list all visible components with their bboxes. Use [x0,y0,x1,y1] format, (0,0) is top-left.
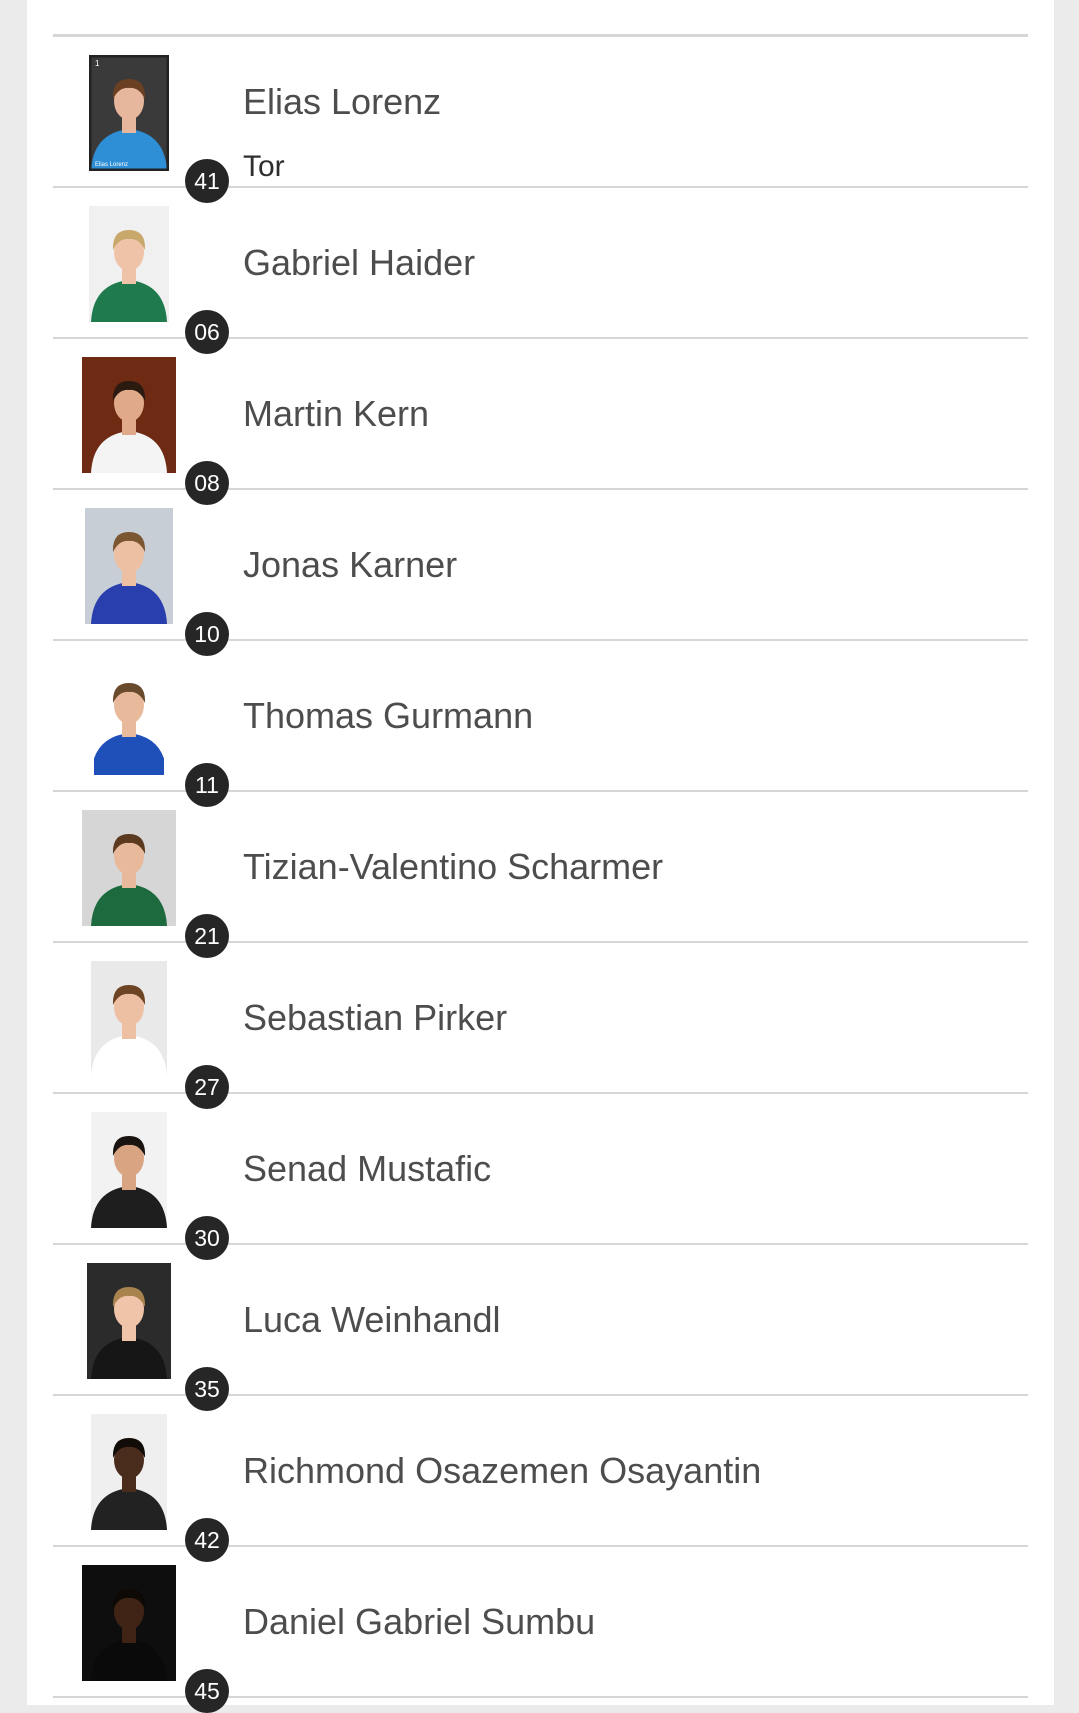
player-row[interactable]: 11 Thomas Gurmann [53,641,1028,807]
player-portrait-image [85,508,173,624]
player-list: Elias Lorenz 1 41 Elias Lorenz Tor 06 Gab… [53,37,1028,1713]
player-name: Daniel Gabriel Sumbu [243,1600,596,1642]
player-row[interactable]: 42 Richmond Osazemen Osayantin [53,1396,1028,1562]
svg-text:1: 1 [95,59,100,68]
player-name: Sebastian Pirker [243,996,508,1038]
jersey-number-badge: 45 [185,1669,229,1713]
svg-text:Elias Lorenz: Elias Lorenz [95,162,128,168]
player-name: Thomas Gurmann [243,694,534,736]
player-name: Tizian-Valentino Scharmer [243,845,664,887]
player-name: Gabriel Haider [243,241,476,283]
player-name: Luca Weinhandl [243,1298,501,1340]
player-row[interactable]: 27 Sebastian Pirker [53,943,1028,1109]
player-photo: Elias Lorenz 1 [89,55,169,171]
player-row[interactable]: 30 Senad Mustafic [53,1094,1028,1260]
player-photo-container: 27 [81,961,229,1109]
player-photo-container: 10 [81,508,229,656]
player-photo-container: 11 [81,659,229,807]
player-photo [89,206,169,322]
player-photo [91,1414,167,1530]
player-photo-container: Elias Lorenz 1 41 [81,55,229,203]
player-portrait-image [82,357,176,473]
player-photo-container: 21 [81,810,229,958]
player-photo [82,1565,176,1681]
player-name: Senad Mustafic [243,1147,492,1189]
player-portrait-image [94,659,164,775]
player-row[interactable]: 10 Jonas Karner [53,490,1028,656]
player-portrait-image [91,961,167,1077]
player-photo-container: 08 [81,357,229,505]
player-photo [85,508,173,624]
player-photo [87,1263,171,1379]
player-portrait-image [87,1263,171,1379]
player-portrait-image [91,1414,167,1530]
player-photo [91,961,167,1077]
player-position: Tor [243,150,285,183]
roster-card: Elias Lorenz 1 41 Elias Lorenz Tor 06 Gab… [27,0,1054,1713]
player-photo-container: 30 [81,1112,229,1260]
player-photo [82,357,176,473]
player-row[interactable]: 45 Daniel Gabriel Sumbu [53,1547,1028,1713]
player-portrait-image [89,206,169,322]
player-name: Jonas Karner [243,543,458,585]
player-portrait-image [82,1565,176,1681]
player-portrait-image: Elias Lorenz 1 [89,55,169,171]
player-portrait-image [91,1112,167,1228]
player-row[interactable]: 21 Tizian-Valentino Scharmer [53,792,1028,958]
player-portrait-image [82,810,176,926]
player-photo-container: 35 [81,1263,229,1411]
player-photo [94,659,164,775]
player-photo [82,810,176,926]
player-photo-container: 45 [81,1565,229,1713]
player-row[interactable]: 35 Luca Weinhandl [53,1245,1028,1411]
player-name: Martin Kern [243,392,430,434]
player-name: Elias Lorenz [243,81,442,122]
player-row[interactable]: 06 Gabriel Haider [53,188,1028,354]
player-row[interactable]: 08 Martin Kern [53,339,1028,505]
player-row[interactable]: Elias Lorenz 1 41 Elias Lorenz Tor [53,37,1028,203]
player-photo-container: 06 [81,206,229,354]
player-name: Richmond Osazemen Osayantin [243,1449,762,1491]
player-photo-container: 42 [81,1414,229,1562]
player-photo [91,1112,167,1228]
